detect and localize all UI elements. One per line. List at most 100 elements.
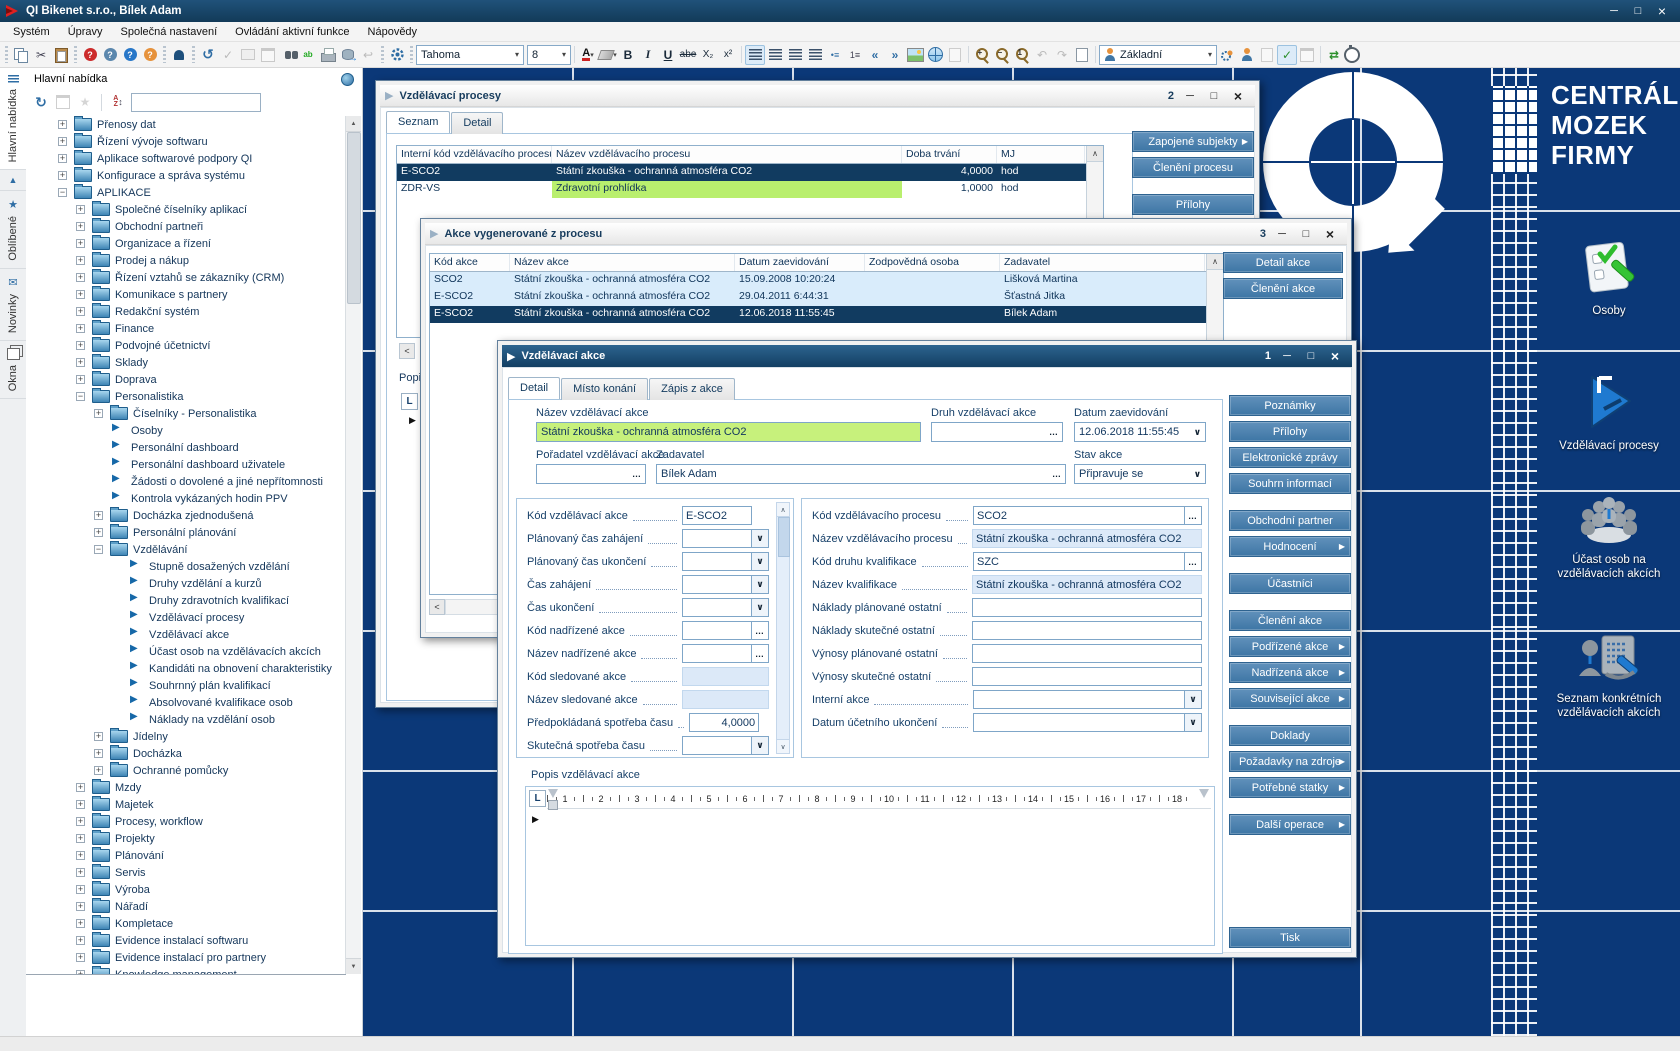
app-titlebar[interactable]: QI Bikenet s.r.o., Bílek Adam ─ □ × <box>0 0 1680 22</box>
menu-item[interactable]: Systém <box>4 24 59 40</box>
tree-item[interactable]: Servis <box>26 864 346 881</box>
table-row[interactable]: E-SCO2 Státní zkouška - ochranná atmosfé… <box>397 164 1103 181</box>
menu-item[interactable]: Společná nastavení <box>112 24 227 40</box>
confirm-icon[interactable]: ✓ <box>218 45 238 65</box>
tree-item[interactable]: Účast osob na vzdělávacích akcích <box>26 643 346 660</box>
tree-favorite-icon[interactable]: ★ <box>76 93 94 111</box>
app-close-button[interactable]: × <box>1650 3 1674 20</box>
tree-expander[interactable] <box>76 222 85 231</box>
align-justify-icon[interactable] <box>805 45 825 65</box>
action-button[interactable]: Účastníci <box>1229 573 1351 594</box>
context-help-icon[interactable]: ? <box>100 45 120 65</box>
insert-link-globe-icon[interactable] <box>925 45 945 65</box>
field-input[interactable] <box>682 598 752 617</box>
tree-item[interactable]: Knowledge management <box>26 966 346 975</box>
field-input[interactable]: SCO2 <box>973 506 1185 525</box>
action-button[interactable]: Přílohy <box>1229 421 1351 442</box>
tree-expander[interactable] <box>94 409 103 418</box>
tree-item[interactable]: Souhrnný plán kvalifikací <box>26 677 346 694</box>
tree-scrollbar[interactable]: ▲ ▼ <box>345 116 361 974</box>
tree-item[interactable]: Náklady na vzdělání osob <box>26 711 346 728</box>
tree-expander[interactable] <box>58 137 67 146</box>
tree-item[interactable]: Personální dashboard uživatele <box>26 456 346 473</box>
redo-icon[interactable]: ↷ <box>1052 45 1072 65</box>
tree-expander[interactable] <box>94 511 103 520</box>
back-icon[interactable]: ↩ <box>358 45 378 65</box>
tree-item[interactable]: Nářadí <box>26 898 346 915</box>
hscroll-left-button[interactable]: < <box>429 599 445 615</box>
sort-az-icon[interactable]: AZ↕ <box>109 93 127 111</box>
export-green-icon[interactable]: ⇄ <box>1324 45 1344 65</box>
close-button[interactable]: × <box>1323 348 1347 365</box>
settings-gear-icon[interactable] <box>387 45 407 65</box>
superscript-icon[interactable]: x² <box>718 45 738 65</box>
maximize-button[interactable]: □ <box>1294 225 1318 242</box>
action-button[interactable]: Souhrn informací <box>1229 473 1351 494</box>
menu-item[interactable]: Úpravy <box>59 24 112 40</box>
action-button[interactable]: Související akce▶ <box>1229 688 1351 709</box>
close-button[interactable]: × <box>1318 225 1342 242</box>
tree-expander[interactable] <box>112 681 121 690</box>
tree-item[interactable]: Druhy zdravotních kvalifikací <box>26 592 346 609</box>
tree-expander[interactable] <box>76 800 85 809</box>
tree-item[interactable]: Organizace a řízení <box>26 235 346 252</box>
tree-item[interactable]: Procesy, workflow <box>26 813 346 830</box>
tree-expander[interactable] <box>94 732 103 741</box>
field-input[interactable]: Státní zkouška - ochranná atmosféra CO2 <box>972 575 1202 594</box>
field-input[interactable]: E-SCO2 <box>682 506 752 525</box>
tree-item[interactable]: Prodej a nákup <box>26 252 346 269</box>
tree-item[interactable]: Vzdělávací procesy <box>26 609 346 626</box>
field-input[interactable] <box>972 598 1202 617</box>
tree-expander[interactable] <box>76 256 85 265</box>
replace-icon[interactable]: ab <box>298 45 318 65</box>
tree-item[interactable]: Žádosti o dovolené a jiné nepřítomnosti <box>26 473 346 490</box>
field-suffix-button[interactable]: ∨ <box>752 598 769 617</box>
action-button[interactable]: Detail akce <box>1223 252 1343 273</box>
tree-item[interactable]: Evidence instalací softwaru <box>26 932 346 949</box>
tree-item[interactable]: Mzdy <box>26 779 346 796</box>
field-suffix-button[interactable]: ∨ <box>1185 713 1202 732</box>
action-button[interactable]: Členění akce <box>1229 610 1351 631</box>
column-header[interactable]: Doba trvání <box>902 146 997 163</box>
tree-item[interactable]: Evidence instalací pro partnery <box>26 949 346 966</box>
sidebar-tab-news[interactable]: ✉ Novinky <box>0 269 26 341</box>
tree-search-input[interactable] <box>131 93 261 112</box>
maximize-button[interactable]: □ <box>1299 348 1323 365</box>
field-input[interactable] <box>972 644 1202 663</box>
sidebar-tab-favorites[interactable]: ★ Oblíbené <box>0 191 26 269</box>
tree-expander[interactable] <box>76 834 85 843</box>
numbered-list-icon[interactable]: 1≡ <box>845 45 865 65</box>
collapse-panel-button[interactable]: ▲ <box>0 170 26 191</box>
column-header[interactable]: Kód akce <box>430 254 510 271</box>
tree-expander[interactable] <box>58 171 67 180</box>
action-button[interactable]: Požadavky na zdroje▶ <box>1229 751 1351 772</box>
bold-icon[interactable]: B <box>618 45 638 65</box>
editor-corner[interactable]: L <box>529 790 546 807</box>
tree-item[interactable]: Jídelny <box>26 728 346 745</box>
tree-item[interactable]: Personální dashboard <box>26 439 346 456</box>
refresh-icon[interactable]: ↺ <box>198 45 218 65</box>
user-settings-icon[interactable] <box>1217 45 1237 65</box>
desktop-icon-vzdelavaci-procesy[interactable]: Vzdělávací procesy <box>1538 371 1680 453</box>
field-suffix-button[interactable]: … <box>752 621 769 640</box>
tree-expander[interactable] <box>76 341 85 350</box>
menu-item[interactable]: Ovládání aktivní funkce <box>226 24 358 40</box>
user-edit-icon[interactable] <box>1237 45 1257 65</box>
app-maximize-button[interactable]: □ <box>1626 3 1650 20</box>
tree-expander[interactable] <box>76 358 85 367</box>
sidebar-tab-main-menu[interactable]: Hlavní nabídka <box>0 68 27 170</box>
tree-expander[interactable] <box>76 375 85 384</box>
tree-item[interactable]: Ochranné pomůcky <box>26 762 346 779</box>
field-input[interactable] <box>682 621 752 640</box>
group-scrollbar[interactable]: ∧ ∨ <box>776 502 790 754</box>
tree-expander[interactable] <box>94 766 103 775</box>
indent-marker[interactable] <box>548 800 558 810</box>
field-suffix-button[interactable]: … <box>752 644 769 663</box>
desktop-icon-ucast-osob[interactable]: Účast osob navzdělávacích akcích <box>1538 493 1680 581</box>
tree-expander[interactable] <box>76 868 85 877</box>
field-input[interactable] <box>973 713 1185 732</box>
field-input[interactable] <box>682 690 769 709</box>
copy-icon[interactable] <box>11 45 31 65</box>
tree-item[interactable]: Plánování <box>26 847 346 864</box>
insert-image-icon[interactable] <box>905 45 925 65</box>
